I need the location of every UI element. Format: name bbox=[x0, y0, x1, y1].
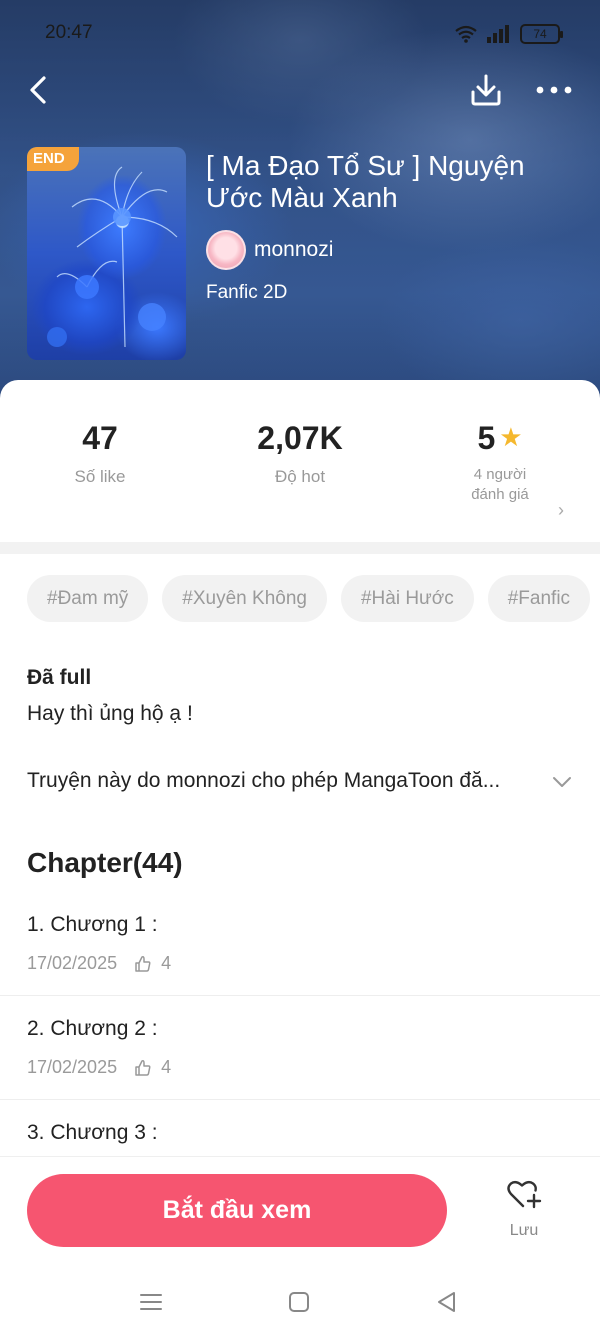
chapter-likes: 4 bbox=[161, 1057, 172, 1077]
rating-stat[interactable]: 5 ★ 4 người đánh giá bbox=[400, 420, 600, 505]
end-badge: END bbox=[27, 147, 79, 171]
wifi-icon bbox=[455, 25, 477, 43]
rating-label-line1: 4 người bbox=[473, 466, 527, 483]
description-text: Hay thì ủng hộ ạ ! bbox=[27, 702, 193, 725]
likes-value: 47 bbox=[82, 420, 118, 456]
chapter-date: 17/02/2025 bbox=[27, 953, 118, 973]
author-name: monnozi bbox=[254, 238, 334, 261]
tag-fanfic[interactable]: #Fanfic bbox=[487, 575, 591, 622]
more-dots-icon bbox=[536, 86, 572, 94]
more-options-button[interactable] bbox=[532, 70, 576, 110]
rating-label: 4 người đánh giá bbox=[400, 465, 600, 505]
author-row[interactable]: monnozi bbox=[206, 230, 333, 270]
expand-description-button[interactable] bbox=[550, 772, 574, 792]
back-nav-button[interactable] bbox=[432, 1287, 462, 1317]
rating-value: 5 bbox=[477, 420, 496, 456]
hot-value: 2,07K bbox=[257, 420, 343, 456]
home-square-icon bbox=[289, 1292, 309, 1312]
book-cover[interactable]: END bbox=[27, 147, 186, 360]
start-reading-button[interactable]: Bắt đầu xem bbox=[27, 1174, 447, 1247]
menu-icon bbox=[140, 1294, 162, 1310]
hot-stat: 2,07K Độ hot bbox=[200, 420, 400, 487]
thumbs-up-icon bbox=[135, 955, 151, 972]
status-label: Đã full bbox=[27, 666, 92, 689]
top-bar bbox=[0, 68, 600, 112]
menu-nav-button[interactable] bbox=[136, 1287, 166, 1317]
download-button[interactable] bbox=[466, 70, 506, 110]
thumbs-up-icon bbox=[135, 1059, 151, 1076]
chapter-heading: Chapter(44) bbox=[27, 847, 183, 878]
system-nav-bar bbox=[0, 1267, 600, 1337]
stats-row: 47 Số like 2,07K Độ hot 5 ★ 4 người đánh … bbox=[0, 420, 600, 530]
chevron-right-icon: › bbox=[558, 500, 564, 520]
genre-label: Fanfic 2D bbox=[206, 282, 288, 303]
chapter-item[interactable]: 2. Chương 2 : 17/02/2025 4 bbox=[0, 997, 600, 1100]
signal-icon bbox=[487, 25, 509, 43]
chevron-down-icon bbox=[553, 777, 571, 787]
battery-icon: 74 bbox=[520, 24, 563, 44]
home-nav-button[interactable] bbox=[284, 1287, 314, 1317]
avatar bbox=[206, 230, 246, 270]
bottom-action-bar: Bắt đầu xem Lưu bbox=[0, 1157, 600, 1267]
chapter-date: 17/02/2025 bbox=[27, 1057, 118, 1077]
chapter-title: 2. Chương 2 : bbox=[27, 1017, 158, 1040]
tag-hai-huoc[interactable]: #Hài Hước bbox=[340, 575, 474, 622]
battery-level: 74 bbox=[533, 27, 547, 41]
chapter-title: 3. Chương 3 : bbox=[27, 1121, 158, 1144]
cover-flower-image bbox=[47, 166, 178, 348]
save-button[interactable]: Lưu bbox=[494, 1179, 554, 1249]
rating-value-row: 5 ★ bbox=[400, 420, 600, 457]
book-title: [ Ma Đạo Tổ Sư ] Nguyện Ước Màu Xanh bbox=[206, 150, 525, 213]
tag-dam-my[interactable]: #Đam mỹ bbox=[27, 575, 149, 622]
likes-label: Số like bbox=[74, 467, 126, 486]
chapter-meta: 17/02/2025 4 bbox=[27, 1057, 171, 1078]
chapter-likes: 4 bbox=[161, 953, 172, 973]
back-button[interactable] bbox=[20, 70, 60, 110]
status-icons: 74 bbox=[454, 22, 563, 46]
likes-stat: 47 Số like bbox=[0, 420, 200, 487]
chapter-meta: 17/02/2025 4 bbox=[27, 953, 171, 974]
permission-text: Truyện này do monnozi cho phép MangaToon… bbox=[27, 769, 501, 792]
section-divider bbox=[0, 542, 600, 554]
rating-label-line2: đánh giá bbox=[471, 486, 529, 503]
save-label: Lưu bbox=[509, 1222, 539, 1239]
status-time: 20:47 bbox=[45, 22, 93, 43]
heart-plus-icon bbox=[507, 1180, 542, 1209]
status-bar: 20:47 74 bbox=[0, 0, 600, 68]
back-triangle-icon bbox=[438, 1292, 455, 1312]
download-icon bbox=[471, 74, 501, 106]
hot-label: Độ hot bbox=[274, 467, 326, 486]
tag-xuyen-khong[interactable]: #Xuyên Không bbox=[162, 575, 327, 622]
star-icon: ★ bbox=[499, 422, 523, 452]
tag-list: #Đam mỹ #Xuyên Không #Hài Hước #Fanfic bbox=[27, 575, 591, 622]
chapter-item[interactable]: 1. Chương 1 : 17/02/2025 4 bbox=[0, 893, 600, 996]
chevron-left-icon bbox=[30, 76, 46, 104]
chapter-title: 1. Chương 1 : bbox=[27, 913, 158, 936]
